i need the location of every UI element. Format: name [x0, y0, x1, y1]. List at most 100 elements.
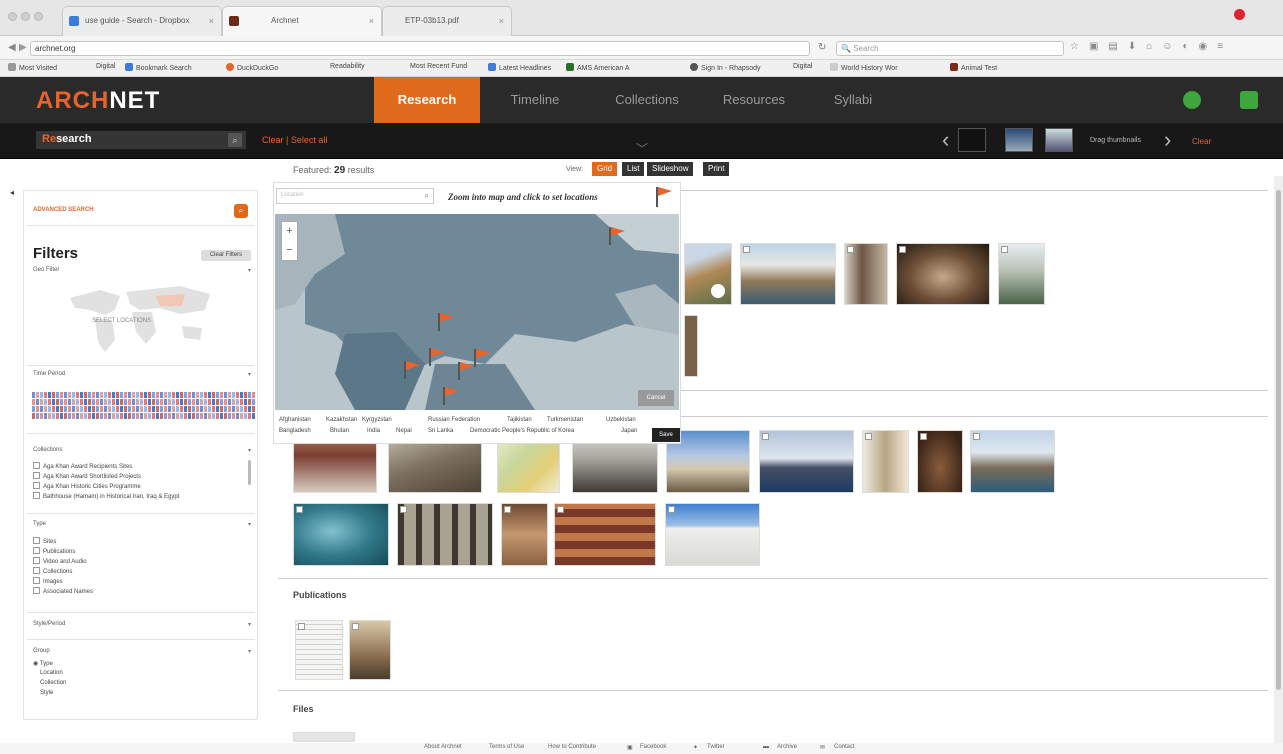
timeline-bar[interactable] — [40, 406, 43, 412]
group-radio[interactable]: Location — [40, 670, 63, 676]
timeline-bar[interactable] — [104, 392, 107, 398]
collection-checkbox[interactable]: Aga Khan Award Recipients Sites — [33, 462, 132, 470]
timeline-bar[interactable] — [44, 406, 47, 412]
timeline-bar[interactable] — [196, 399, 199, 405]
map-flag-icon[interactable] — [427, 347, 447, 369]
country-tag[interactable]: Turkmenistan — [547, 417, 583, 423]
timeline-bar[interactable] — [160, 392, 163, 398]
timeline-bar[interactable] — [92, 406, 95, 412]
nav-collections[interactable]: Collections — [598, 77, 696, 123]
country-tag[interactable]: Sri Lanka — [428, 428, 453, 434]
result-thumbnail[interactable] — [896, 243, 990, 305]
timeline-bar[interactable] — [156, 413, 159, 419]
timeline-bar[interactable] — [116, 399, 119, 405]
timeline-bar[interactable] — [160, 399, 163, 405]
timeline-bar[interactable] — [204, 399, 207, 405]
timeline-bar[interactable] — [228, 406, 231, 412]
facebook-icon[interactable]: ▣ — [627, 744, 633, 751]
footer-link[interactable]: Contact — [834, 744, 855, 750]
timeline-bar[interactable] — [116, 413, 119, 419]
browser-search-input[interactable]: 🔍 Search — [836, 41, 1064, 56]
timeline-bar[interactable] — [68, 399, 71, 405]
timeline-bar[interactable] — [32, 406, 35, 412]
timeline-bar[interactable] — [144, 399, 147, 405]
close-window-icon[interactable] — [8, 12, 17, 21]
timeline-bar[interactable] — [148, 406, 151, 412]
timeline-bar[interactable] — [104, 399, 107, 405]
timeline-bar[interactable] — [100, 392, 103, 398]
timeline-bar[interactable] — [152, 392, 155, 398]
timeline-bar[interactable] — [36, 413, 39, 419]
country-tag[interactable]: Democratic People's Republic of Korea — [470, 428, 574, 434]
result-thumbnail[interactable] — [397, 503, 493, 566]
map-flag-icon[interactable] — [402, 360, 422, 382]
timeline-bar[interactable] — [68, 413, 71, 419]
result-thumbnail[interactable] — [501, 503, 548, 566]
timeline-bar[interactable] — [132, 392, 135, 398]
result-thumbnail[interactable] — [740, 243, 836, 305]
timeline-bar[interactable] — [216, 392, 219, 398]
timeline-bar[interactable] — [164, 399, 167, 405]
timeline-bar[interactable] — [232, 399, 235, 405]
timeline-bar[interactable] — [248, 413, 251, 419]
scrollbar-thumb[interactable] — [1276, 190, 1281, 690]
timeline-bar[interactable] — [172, 413, 175, 419]
timeline-bar[interactable] — [172, 392, 175, 398]
result-thumbnail[interactable] — [554, 503, 656, 566]
view-list-button[interactable]: List — [622, 162, 645, 176]
publication-thumbnail[interactable] — [295, 620, 343, 680]
collection-checkbox[interactable]: Bathhouse (Hamam) in Historical Iran, Ir… — [33, 492, 179, 500]
timeline-bar[interactable] — [100, 406, 103, 412]
country-tag[interactable]: Tajikistan — [507, 417, 532, 423]
reload-icon[interactable]: ↻ — [818, 42, 826, 53]
search-icon[interactable]: ⌕ — [228, 133, 242, 147]
timeline-bar[interactable] — [172, 399, 175, 405]
timeline-bar[interactable] — [184, 392, 187, 398]
bookmark-item[interactable]: Most Recent Fund — [410, 63, 467, 70]
timeline-bar[interactable] — [192, 406, 195, 412]
view-print-button[interactable]: Print — [703, 162, 730, 176]
bookmark-item[interactable]: AMS American A — [566, 63, 630, 72]
timeline-bar[interactable] — [220, 413, 223, 419]
select-locations-label[interactable]: SELECT LOCATIONS — [92, 318, 151, 324]
timeline-bar[interactable] — [248, 406, 251, 412]
group-radio-selected[interactable]: ◉ Type — [33, 660, 53, 667]
footer-link[interactable]: Facebook — [640, 744, 666, 750]
timeline-bar[interactable] — [100, 399, 103, 405]
back-arrow-icon[interactable]: ◀ — [8, 42, 16, 53]
bookmark-item[interactable]: Digital — [793, 63, 812, 70]
timeline-bar[interactable] — [36, 399, 39, 405]
map-flag-icon[interactable] — [607, 226, 627, 248]
timeline-bar[interactable] — [224, 406, 227, 412]
timeline-bar[interactable] — [188, 399, 191, 405]
timeline-bar[interactable] — [216, 399, 219, 405]
close-tab-icon[interactable]: × — [369, 16, 374, 26]
country-tag[interactable]: Bhutan — [330, 428, 349, 434]
play-icon[interactable] — [711, 284, 725, 298]
location-input[interactable]: Location ⌕ — [276, 188, 434, 204]
tab-pdf[interactable]: ETP-03b13.pdf × — [382, 6, 512, 36]
timeline-bar[interactable] — [84, 392, 87, 398]
timeline-bar[interactable] — [108, 413, 111, 419]
timeline-bar[interactable] — [120, 392, 123, 398]
timeline-bar[interactable] — [72, 399, 75, 405]
timeline-bar[interactable] — [176, 399, 179, 405]
timeline-bar[interactable] — [220, 399, 223, 405]
footer-link[interactable]: Terms of Use — [489, 744, 524, 750]
timeline-bar[interactable] — [96, 392, 99, 398]
file-thumbnail[interactable] — [293, 732, 355, 742]
archive-icon[interactable]: ▬ — [763, 744, 769, 750]
timeline-bar[interactable] — [176, 413, 179, 419]
timeline-bar[interactable] — [244, 413, 247, 419]
country-tag[interactable]: Uzbekistan — [606, 417, 636, 423]
timeline-bar[interactable] — [204, 413, 207, 419]
user-menu-icon[interactable] — [1240, 91, 1258, 109]
collection-checkbox[interactable]: Aga Khan Historic Cities Programme — [33, 482, 141, 490]
timeline-bar[interactable] — [140, 392, 143, 398]
clear-select-all-link[interactable]: Clear | Select all — [262, 135, 327, 145]
time-period-histogram[interactable] — [30, 390, 256, 423]
timeline-bar[interactable] — [152, 406, 155, 412]
timeline-bar[interactable] — [36, 406, 39, 412]
timeline-bar[interactable] — [148, 392, 151, 398]
timeline-bar[interactable] — [48, 392, 51, 398]
